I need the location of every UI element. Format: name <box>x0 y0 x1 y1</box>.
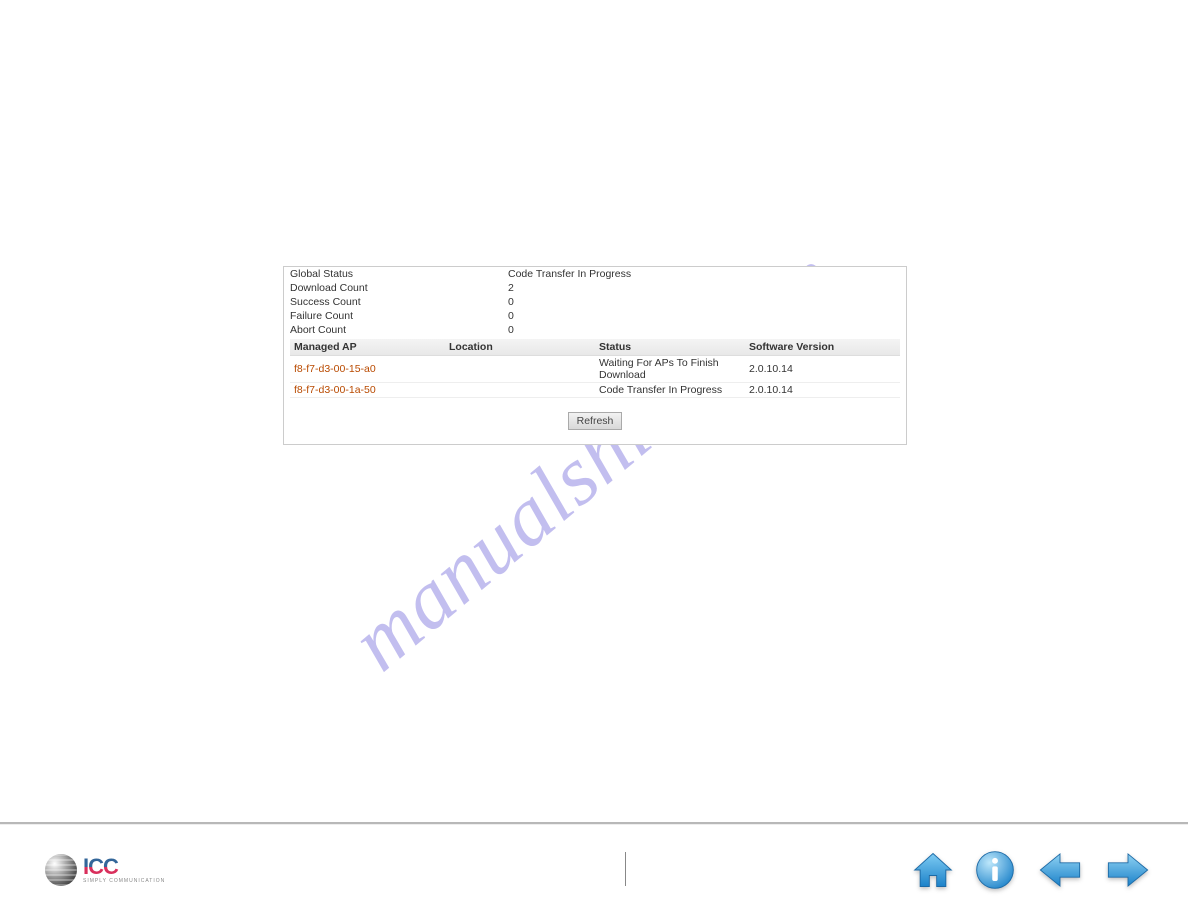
brand-logo: ICC SIMPLY COMMUNICATION <box>45 854 165 886</box>
table-row: f8-f7-d3-00-15-a0 Waiting For APs To Fin… <box>290 356 900 383</box>
info-icon[interactable] <box>973 848 1017 895</box>
cell-status: Waiting For APs To Finish Download <box>595 356 745 383</box>
label-abort-count: Abort Count <box>284 323 502 337</box>
cell-status: Code Transfer In Progress <box>595 383 745 398</box>
header-status[interactable]: Status <box>595 339 745 356</box>
header-software-version[interactable]: Software Version <box>745 339 900 356</box>
cell-location <box>445 383 595 398</box>
globe-icon <box>45 854 77 886</box>
cell-version: 2.0.10.14 <box>745 383 900 398</box>
label-global-status: Global Status <box>284 267 502 281</box>
cell-ap-mac[interactable]: f8-f7-d3-00-1a-50 <box>290 383 445 398</box>
value-success-count: 0 <box>502 295 906 309</box>
row-download-count: Download Count 2 <box>284 281 906 295</box>
logo-subtitle: SIMPLY COMMUNICATION <box>83 878 165 884</box>
arrow-left-icon[interactable] <box>1035 848 1085 895</box>
logo-text: ICC <box>83 856 165 878</box>
value-download-count: 2 <box>502 281 906 295</box>
row-failure-count: Failure Count 0 <box>284 309 906 323</box>
label-download-count: Download Count <box>284 281 502 295</box>
label-success-count: Success Count <box>284 295 502 309</box>
status-summary-table: Global Status Code Transfer In Progress … <box>284 267 906 337</box>
cell-version: 2.0.10.14 <box>745 356 900 383</box>
ap-status-table: Managed AP Location Status Software Vers… <box>290 339 900 398</box>
refresh-button[interactable]: Refresh <box>568 412 623 430</box>
button-row: Refresh <box>284 398 906 444</box>
footer: ICC SIMPLY COMMUNICATION <box>0 824 1188 918</box>
table-header-row: Managed AP Location Status Software Vers… <box>290 339 900 356</box>
value-global-status: Code Transfer In Progress <box>502 267 906 281</box>
cell-location <box>445 356 595 383</box>
table-row: f8-f7-d3-00-1a-50 Code Transfer In Progr… <box>290 383 900 398</box>
value-failure-count: 0 <box>502 309 906 323</box>
row-global-status: Global Status Code Transfer In Progress <box>284 267 906 281</box>
row-abort-count: Abort Count 0 <box>284 323 906 337</box>
header-location[interactable]: Location <box>445 339 595 356</box>
row-success-count: Success Count 0 <box>284 295 906 309</box>
home-icon[interactable] <box>911 848 955 895</box>
footer-divider <box>625 852 626 886</box>
status-panel: Global Status Code Transfer In Progress … <box>283 266 907 445</box>
label-failure-count: Failure Count <box>284 309 502 323</box>
value-abort-count: 0 <box>502 323 906 337</box>
footer-nav <box>911 848 1153 895</box>
cell-ap-mac[interactable]: f8-f7-d3-00-15-a0 <box>290 356 445 383</box>
arrow-right-icon[interactable] <box>1103 848 1153 895</box>
header-managed-ap[interactable]: Managed AP <box>290 339 445 356</box>
